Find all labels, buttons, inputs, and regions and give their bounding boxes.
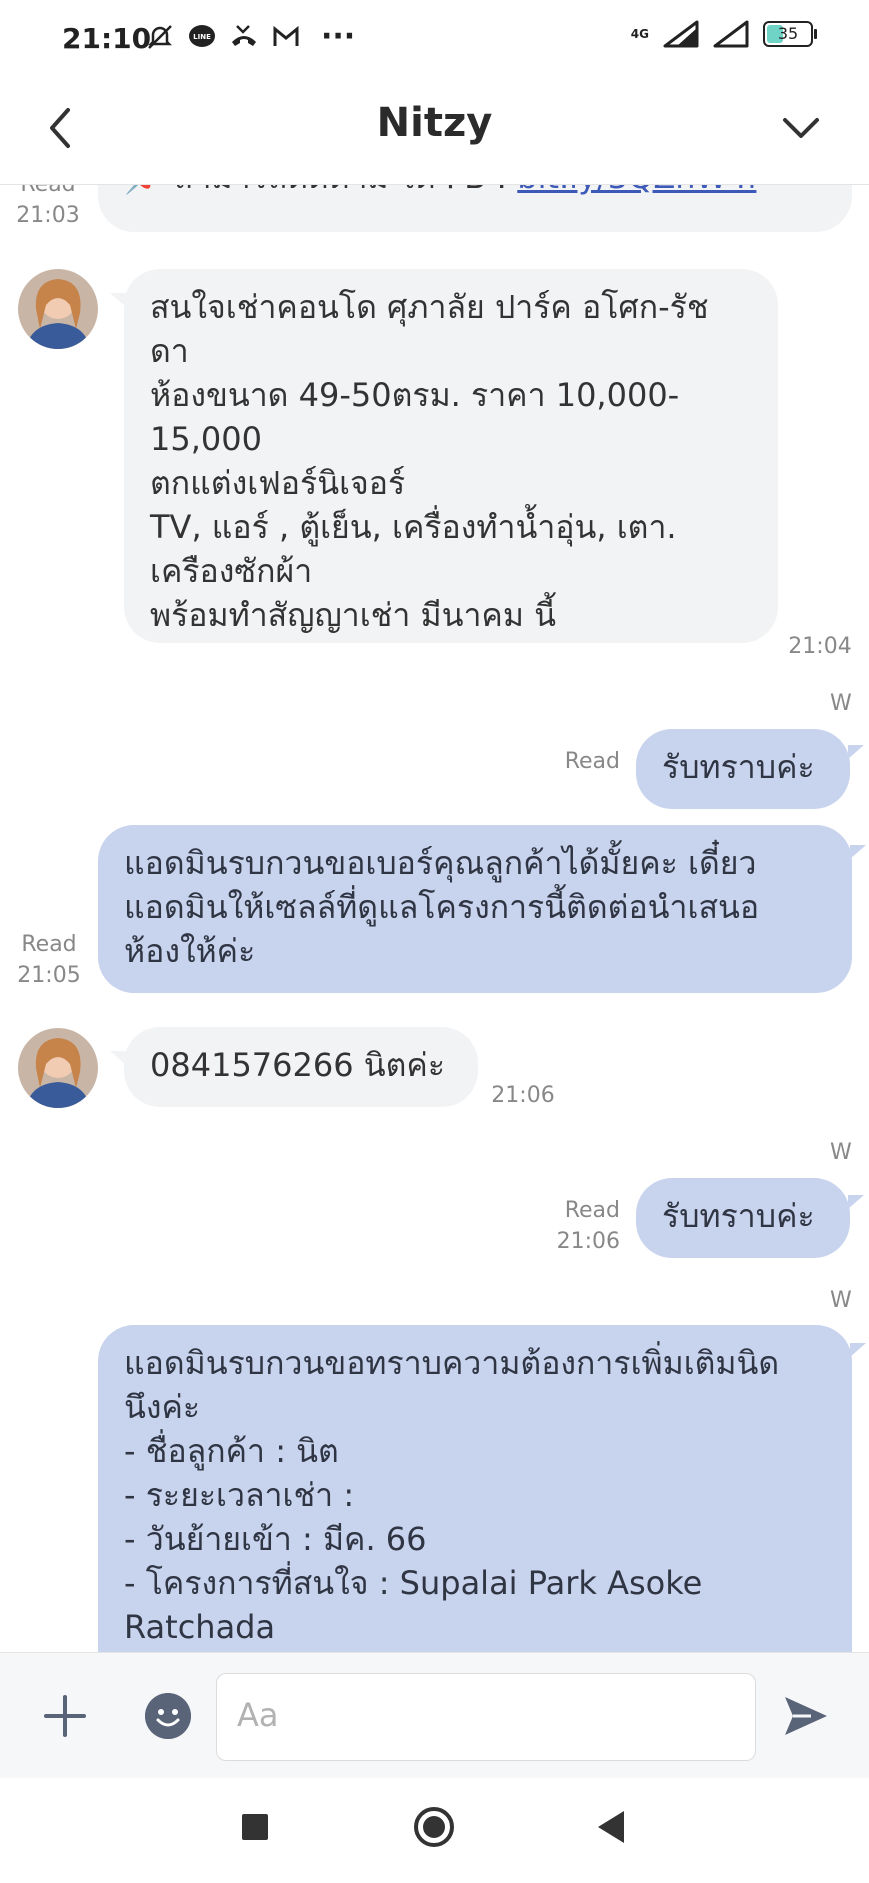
svg-text:LINE: LINE — [193, 33, 211, 41]
read-receipt: Read — [21, 932, 77, 957]
line-icon: LINE — [189, 25, 215, 47]
recent-apps-icon[interactable] — [242, 1814, 268, 1840]
status-right: 4G 35 — [630, 20, 817, 48]
sender-mark: W — [830, 1288, 852, 1313]
mute-bell-icon — [147, 25, 173, 49]
message-line: 15,000 — [150, 420, 262, 458]
message-line: - วันย้ายเข้า : มีค. 66 — [124, 1520, 427, 1558]
message-line: แอดมินรบกวนขอทราบความต้องการเพิ่มเติมนิด — [124, 1344, 780, 1382]
read-receipt: Read — [10, 185, 86, 200]
message-line: แอดมินรบกวนขอเบอร์คุณลูกค้าได้มั้ยคะ เดี… — [124, 844, 757, 882]
gmail-icon — [273, 25, 299, 46]
back-icon[interactable] — [598, 1811, 624, 1843]
chat-area[interactable]: Read 21:03 📌 สามารถติดตาม ได้ FB : bit.l… — [0, 185, 869, 1652]
message-line: - ชื่อลูกค้า : นิต — [124, 1432, 339, 1470]
message-line: Ratchada — [124, 1608, 276, 1646]
system-nav-bar — [0, 1778, 869, 1883]
message-line: - ระยะเวลาเช่า : — [124, 1476, 355, 1514]
battery-icon: 35 — [763, 21, 817, 47]
message-time: 21:06 — [491, 1083, 555, 1108]
read-receipt: Read — [564, 1198, 620, 1223]
message-line: TV, แอร์ , ตู้เย็น, เครื่องทำน้ำอุ่น, เต… — [150, 508, 677, 546]
chevron-down-icon[interactable] — [771, 98, 831, 158]
signal-icon — [663, 20, 699, 48]
missed-call-icon — [232, 25, 256, 46]
message-line: แอดมินให้เซลล์ที่ดูแลโครงการนี้ติดต่อนำเ… — [124, 888, 760, 926]
message-text: 📌 สามารถติดตาม ได้ FB : bit.ly/3QZhW4l — [124, 185, 826, 199]
read-receipt: Read — [564, 749, 620, 774]
message-bubble-outgoing[interactable]: แอดมินรบกวนขอเบอร์คุณลูกค้าได้มั้ยคะ เดี… — [98, 825, 852, 993]
message-line: ตกแต่งเฟอร์นิเจอร์ — [150, 464, 406, 502]
message-bubble-outgoing[interactable]: แอดมินรบกวนขอทราบความต้องการเพิ่มเติมนิด… — [98, 1325, 852, 1652]
message-line: ห้องให้ค่ะ — [124, 932, 256, 970]
sender-mark: W — [830, 691, 852, 716]
message-line: ห้องขนาด 49-50ตรม. ราคา 10,000- — [150, 376, 680, 414]
message-text: รับทราบค่ะ — [662, 1197, 815, 1235]
status-time: 21:10 — [62, 22, 152, 55]
battery-level: 35 — [777, 24, 799, 43]
chat-header: Nitzy — [0, 78, 869, 185]
message-line: เครืองซักผ้า — [150, 552, 313, 590]
message-bubble-outgoing[interactable]: 📌 สามารถติดตาม ได้ FB : bit.ly/3QZhW4l — [98, 185, 852, 232]
message-time: 21:06 — [556, 1229, 620, 1254]
notification-icons: LINE ··· — [145, 22, 355, 52]
home-icon[interactable] — [414, 1807, 454, 1847]
more-dots-icon: ··· — [321, 19, 356, 54]
message-time: 21:04 — [788, 634, 852, 659]
message-bubble-incoming[interactable]: 0841576266 นิตค่ะ — [124, 1027, 478, 1107]
message-bubble-outgoing[interactable]: รับทราบค่ะ — [636, 1178, 850, 1258]
chat-title: Nitzy — [376, 100, 493, 146]
plus-icon[interactable] — [40, 1691, 90, 1741]
emoji-icon[interactable] — [145, 1693, 191, 1739]
message-time: 21:03 — [16, 203, 80, 228]
avatar[interactable] — [18, 269, 98, 349]
message-meta: Read 21:06 — [540, 1195, 620, 1257]
message-input[interactable]: Aa — [216, 1673, 756, 1761]
message-bubble-outgoing[interactable]: รับทราบค่ะ — [636, 729, 850, 809]
message-text: รับทราบค่ะ — [662, 748, 815, 786]
facebook-link[interactable]: bit.ly/3QZhW4l — [517, 185, 756, 196]
signal-icon — [713, 20, 749, 48]
message-meta: Read 21:05 — [12, 929, 86, 991]
message-input-bar: Aa — [0, 1652, 869, 1779]
sender-mark: W — [830, 1140, 852, 1165]
message-line: พร้อมทำสัญญาเช่า มีนาคม นี้ — [150, 596, 556, 634]
status-bar: 21:10 LINE ··· 4G 35 — [0, 0, 869, 78]
message-line: - โครงการที่สนใจ : Supalai Park Asoke — [124, 1564, 703, 1602]
message-meta: Read 21:03 — [10, 185, 86, 231]
message-line: ดา — [150, 332, 189, 370]
message-text: 0841576266 นิตค่ะ — [150, 1046, 446, 1084]
send-icon[interactable] — [781, 1693, 831, 1739]
message-time: 21:05 — [17, 963, 81, 988]
message-line: สนใจเช่าคอนโด ศุภาลัย ปาร์ค อโศก-รัช — [150, 288, 709, 326]
avatar[interactable] — [18, 1028, 98, 1108]
message-line: นึงค่ะ — [124, 1388, 201, 1426]
message-bubble-incoming[interactable]: สนใจเช่าคอนโด ศุภาลัย ปาร์ค อโศก-รัช ดา … — [124, 269, 778, 643]
network-type: 4G — [630, 27, 649, 41]
